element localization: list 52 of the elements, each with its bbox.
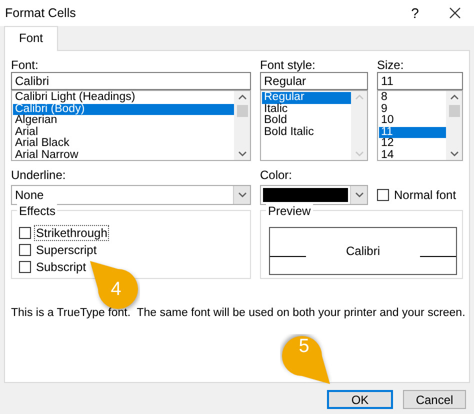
field-label: Font: <box>11 58 40 72</box>
list-item[interactable]: Algerian <box>13 115 234 126</box>
scrollbar-thumb[interactable] <box>236 105 248 117</box>
dialog-button[interactable]: OK <box>327 390 393 409</box>
list-item[interactable]: Regular <box>262 92 351 104</box>
preview-text: Calibri <box>346 244 380 258</box>
group-title: Preview <box>266 204 313 218</box>
color-dropdown[interactable] <box>260 185 368 205</box>
field-label: Underline: <box>11 168 67 182</box>
field-label: Size: <box>377 58 405 72</box>
checkbox[interactable] <box>19 244 31 256</box>
list-item[interactable]: 9 <box>379 104 446 115</box>
checkbox-label[interactable]: Strikethrough <box>34 224 110 240</box>
checkbox-label[interactable]: Superscript <box>34 242 99 258</box>
scroll-up-icon[interactable] <box>450 94 458 100</box>
field-label: Color: <box>260 168 294 182</box>
scroll-down-icon[interactable] <box>238 151 246 157</box>
checkbox[interactable] <box>19 226 31 238</box>
list-item[interactable]: Arial Narrow <box>13 150 234 161</box>
list-item[interactable]: Calibri (Body) <box>13 104 234 115</box>
checkbox[interactable] <box>19 260 31 272</box>
dialog-button[interactable]: Cancel <box>403 390 466 409</box>
input-field[interactable]: 11 <box>377 72 463 90</box>
chevron-down-icon[interactable] <box>354 192 364 198</box>
field-label: Font style: <box>260 58 316 72</box>
checkbox-label[interactable]: Normal font <box>392 186 458 202</box>
scroll-up-icon[interactable] <box>238 94 246 100</box>
close-icon[interactable] <box>449 7 461 19</box>
checkbox[interactable] <box>377 188 389 200</box>
callout-badge: 5 <box>280 334 332 386</box>
input-field[interactable]: Calibri <box>11 72 251 90</box>
window-title: Format Cells <box>5 6 77 20</box>
list-item[interactable]: 11 <box>379 126 446 138</box>
scrollbar-thumb[interactable] <box>448 105 460 117</box>
list-item[interactable]: Italic <box>262 104 351 115</box>
chevron-down-icon[interactable] <box>238 192 246 198</box>
input-field[interactable]: Regular <box>260 72 368 90</box>
list-item[interactable]: Bold <box>262 115 351 126</box>
list-item[interactable]: 12 <box>379 138 446 150</box>
checkbox-label[interactable]: Subscript <box>34 258 88 274</box>
list-item[interactable]: 14 <box>379 150 446 161</box>
help-button[interactable]: ? <box>403 5 427 21</box>
list-item[interactable]: Calibri Light (Headings) <box>13 92 234 104</box>
list-item[interactable]: 8 <box>379 92 446 104</box>
tab[interactable]: Font <box>4 26 58 51</box>
list-item[interactable]: 10 <box>379 115 446 126</box>
list-item[interactable]: Bold Italic <box>262 126 351 138</box>
list-item[interactable]: Arial Black <box>13 138 234 150</box>
group-title: Effects <box>17 204 58 218</box>
underline-dropdown[interactable]: None <box>11 185 251 205</box>
list-item[interactable]: Arial <box>13 126 234 138</box>
scroll-down-icon[interactable] <box>450 151 458 157</box>
